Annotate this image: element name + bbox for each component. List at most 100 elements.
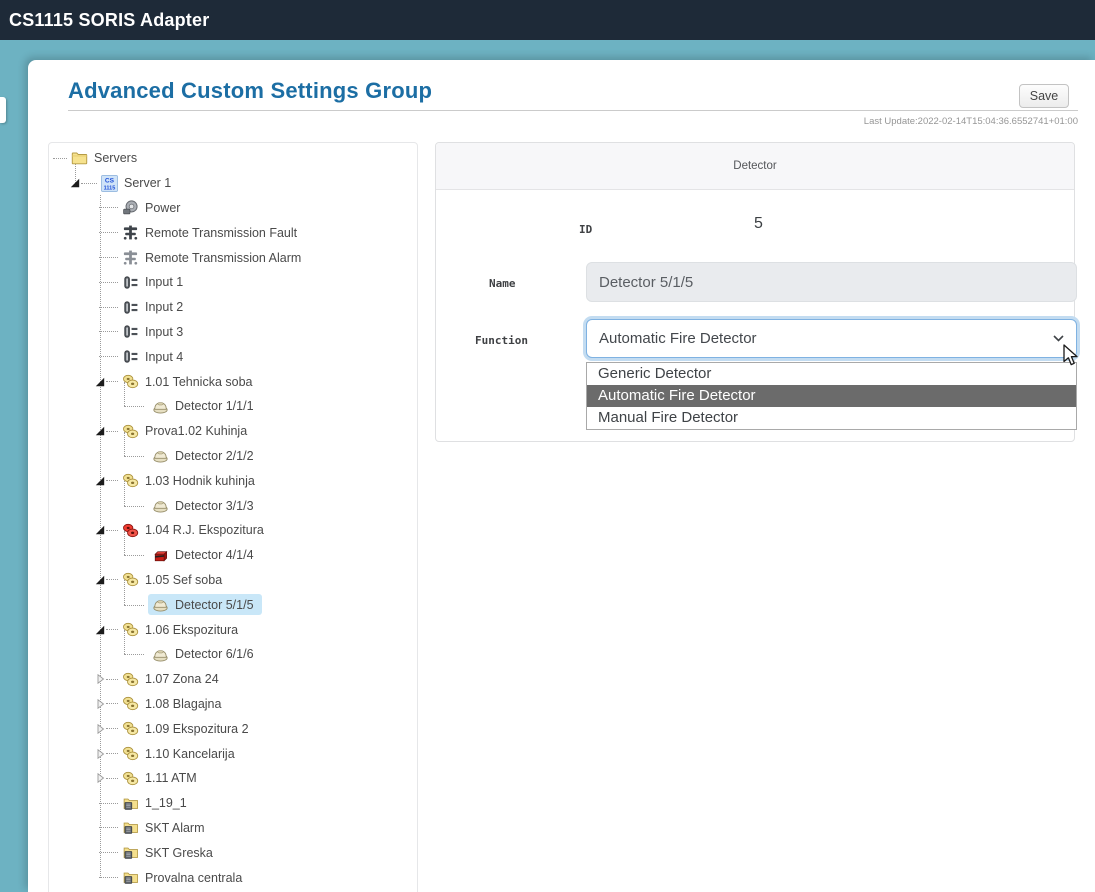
- tree-connector: [124, 592, 148, 617]
- tree-connector: [99, 827, 118, 828]
- tree-item[interactable]: Detector 6/1/6: [49, 642, 417, 667]
- tree-item-label: 1.11 ATM: [145, 771, 197, 785]
- zone-icon: [122, 720, 139, 737]
- collapse-arrow-icon[interactable]: [94, 723, 106, 735]
- tree-item[interactable]: Provalna centrala: [49, 865, 417, 890]
- tree-item[interactable]: SKT Greska: [49, 840, 417, 865]
- function-option[interactable]: Manual Fire Detector: [587, 407, 1076, 429]
- page-title: Advanced Custom Settings Group: [68, 78, 432, 104]
- collapse-arrow-icon[interactable]: [94, 698, 106, 710]
- expand-arrow-icon[interactable]: [94, 475, 106, 487]
- device-icon: [122, 819, 139, 836]
- tree-item[interactable]: 1.07 Zona 24: [49, 667, 417, 692]
- tree-item[interactable]: Input 3: [49, 320, 417, 345]
- rt-alarm-icon: [122, 249, 139, 266]
- tree-connector: [106, 728, 118, 729]
- app-title-bar: CS1115 SORIS Adapter: [0, 0, 1095, 40]
- collapse-arrow-icon[interactable]: [94, 748, 106, 760]
- input-icon: [122, 299, 139, 316]
- tree-item-label: 1.07 Zona 24: [145, 672, 219, 686]
- save-button[interactable]: Save: [1019, 84, 1069, 108]
- expand-arrow-icon[interactable]: [94, 425, 106, 437]
- tree-item-label: Detector 1/1/1: [175, 399, 254, 413]
- name-input-value: Detector 5/1/5: [599, 274, 693, 291]
- tree-item[interactable]: 1.03 Hodnik kuhinja: [49, 468, 417, 493]
- tree-item-label: 1.10 Kancelarija: [145, 747, 235, 761]
- tree-item[interactable]: Input 1: [49, 270, 417, 295]
- tree-item[interactable]: 1.05 Sef soba: [49, 568, 417, 593]
- expand-arrow-icon[interactable]: [94, 574, 106, 586]
- detector-icon: [152, 447, 169, 464]
- detector-icon: [152, 596, 169, 613]
- collapse-arrow-icon[interactable]: [94, 673, 106, 685]
- device-icon: [122, 869, 139, 886]
- tree-item[interactable]: 1.11 ATM: [49, 766, 417, 791]
- tree-item[interactable]: 1_19_1: [49, 791, 417, 816]
- tree-item[interactable]: Detector 1/1/1: [49, 394, 417, 419]
- power-icon: [122, 199, 139, 216]
- tree-item-label: 1.01 Tehnicka soba: [145, 375, 253, 389]
- detector-icon: [152, 398, 169, 415]
- expand-arrow-icon[interactable]: [94, 376, 106, 388]
- tree-connector: [99, 282, 118, 283]
- tree-connector: [106, 579, 118, 580]
- tree-connector: [124, 642, 148, 667]
- zone-icon: [122, 770, 139, 787]
- tree-item[interactable]: Power: [49, 196, 417, 221]
- tree-item[interactable]: 1.06 Ekspozitura: [49, 617, 417, 642]
- tree-item[interactable]: Remote Transmission Alarm: [49, 245, 417, 270]
- rt-fault-icon: [122, 224, 139, 241]
- tree-item[interactable]: Remote Transmission Fault: [49, 220, 417, 245]
- tree-item-label: SKT Greska: [145, 846, 213, 860]
- tree-connector: [124, 493, 148, 518]
- cs1115-icon: [101, 175, 118, 192]
- tree-item[interactable]: 1.09 Ekspozitura 2: [49, 716, 417, 741]
- name-input[interactable]: Detector 5/1/5: [586, 262, 1077, 302]
- tree-item[interactable]: Detector 2/1/2: [49, 444, 417, 469]
- app-window: CS1115 SORIS Adapter Advanced Custom Set…: [0, 0, 1095, 892]
- tree-item-label: 1.09 Ekspozitura 2: [145, 722, 249, 736]
- tree-item[interactable]: 1.04 R.J. Ekspozitura: [49, 518, 417, 543]
- collapse-arrow-icon[interactable]: [94, 772, 106, 784]
- header-divider: [68, 110, 1078, 111]
- tree-item-label: Input 2: [145, 300, 183, 314]
- function-dropdown-list: Generic DetectorAutomatic Fire DetectorM…: [586, 362, 1077, 430]
- detector-detail-panel: Detector ID 5 Name Detector 5/1/5 Functi…: [435, 142, 1075, 442]
- function-select-value: Automatic Fire Detector: [599, 330, 757, 347]
- tree-item[interactable]: Server 1: [49, 171, 417, 196]
- expand-arrow-icon[interactable]: [94, 524, 106, 536]
- tree-item-label: 1.08 Blagajna: [145, 697, 221, 711]
- function-option[interactable]: Generic Detector: [587, 363, 1076, 385]
- tree-item[interactable]: Detector 3/1/3: [49, 493, 417, 518]
- sidebar-collapsed-tab[interactable]: [0, 97, 6, 123]
- tree-connector: [99, 356, 118, 357]
- id-field-value: 5: [754, 215, 763, 233]
- input-icon: [122, 348, 139, 365]
- tree-item[interactable]: Input 4: [49, 344, 417, 369]
- tree-connector: [99, 207, 118, 208]
- tree-item[interactable]: Prova1.02 Kuhinja: [49, 419, 417, 444]
- tree-item-label: Detector 4/1/4: [175, 548, 254, 562]
- tree-item[interactable]: Detector 4/1/4: [49, 543, 417, 568]
- tree-item[interactable]: 1.08 Blagajna: [49, 692, 417, 717]
- tree-item[interactable]: Detector 5/1/5: [49, 592, 417, 617]
- tree-item[interactable]: Servers: [49, 146, 417, 171]
- zone-icon: [122, 745, 139, 762]
- detector-icon: [152, 646, 169, 663]
- expand-arrow-icon[interactable]: [69, 177, 81, 189]
- tree-item-label: 1.03 Hodnik kuhinja: [145, 474, 255, 488]
- tree-item-label: Detector 5/1/5: [175, 598, 254, 612]
- function-option[interactable]: Automatic Fire Detector: [587, 385, 1076, 407]
- tree-item[interactable]: Input 2: [49, 295, 417, 320]
- device-icon: [122, 844, 139, 861]
- tree-item[interactable]: 1.01 Tehnicka soba: [49, 369, 417, 394]
- tree-item[interactable]: SKT Alarm: [49, 816, 417, 841]
- tree-item-label: 1.06 Ekspozitura: [145, 623, 238, 637]
- tree-connector: [106, 381, 118, 382]
- tree-item[interactable]: 1.10 Kancelarija: [49, 741, 417, 766]
- tree-item-label: SKT Alarm: [145, 821, 205, 835]
- tree-item-label: Detector 3/1/3: [175, 499, 254, 513]
- tree-connector: [106, 480, 118, 481]
- expand-arrow-icon[interactable]: [94, 624, 106, 636]
- function-select[interactable]: Automatic Fire Detector: [586, 319, 1077, 358]
